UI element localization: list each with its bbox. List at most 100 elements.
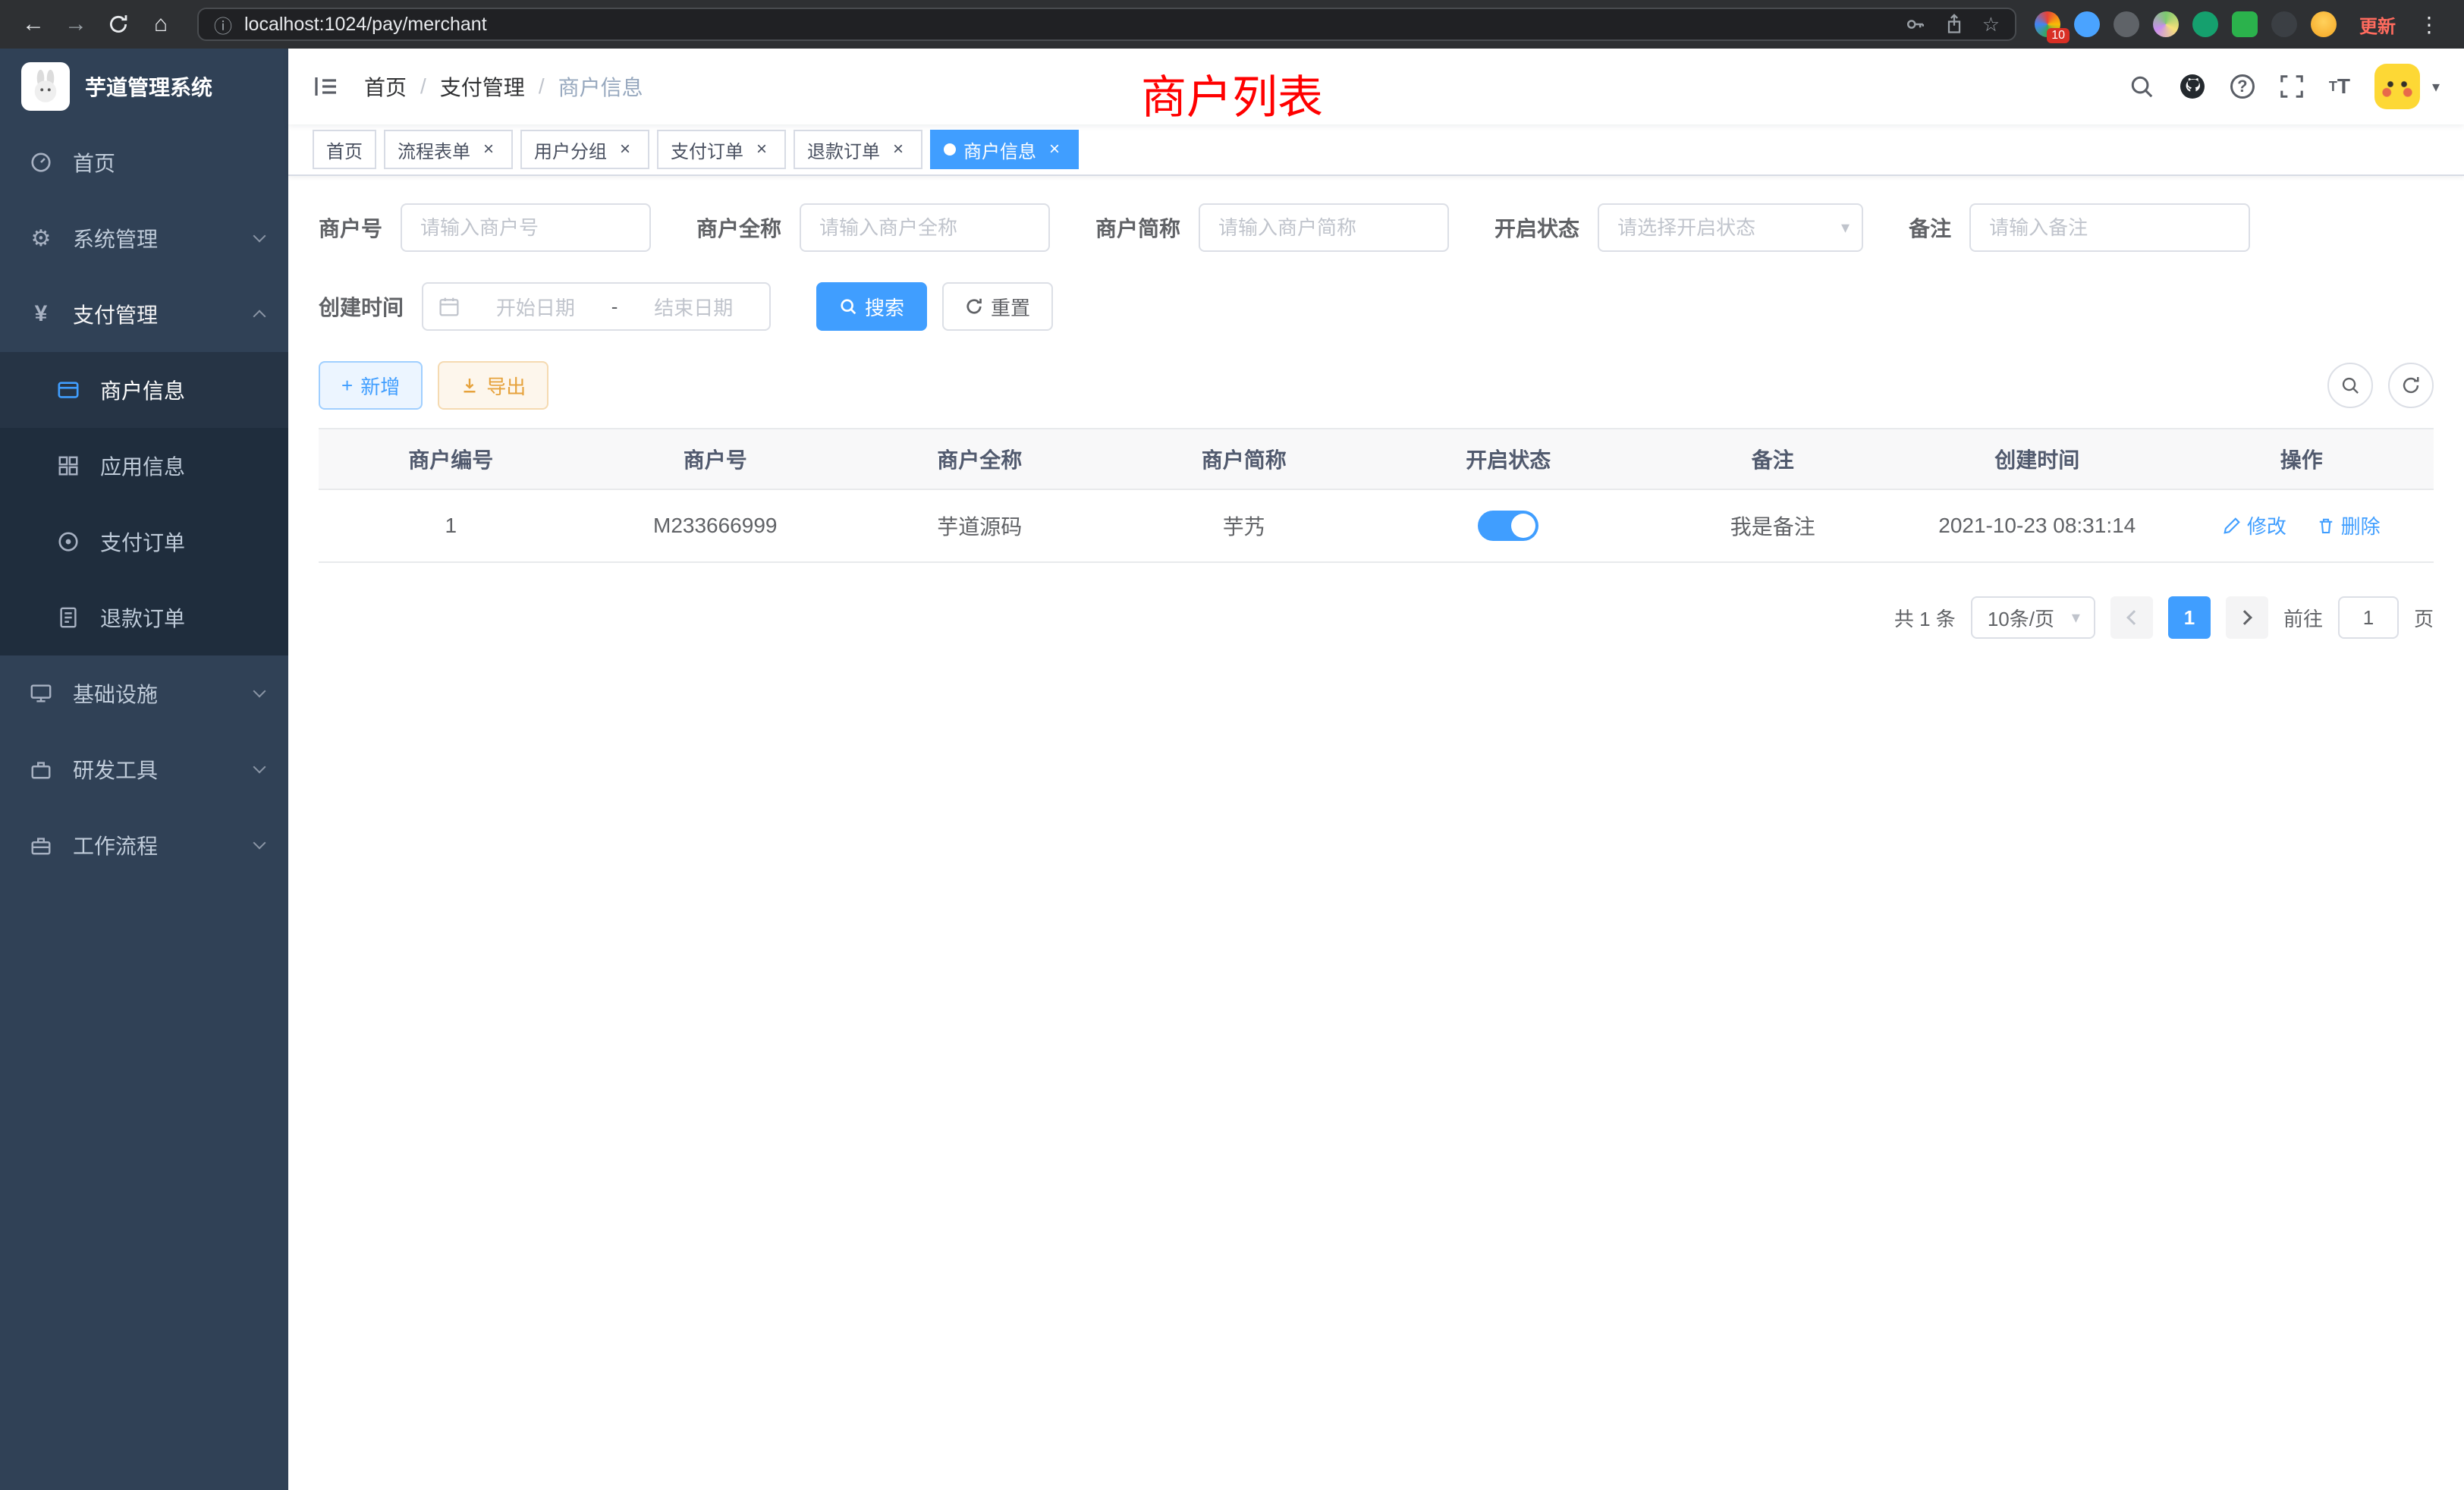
app-logo[interactable]: 芋道管理系统 (0, 49, 288, 124)
search-icon[interactable] (2129, 74, 2154, 99)
prev-page-button[interactable] (2110, 596, 2153, 639)
edit-link[interactable]: 修改 (2223, 511, 2286, 539)
remark-input[interactable] (1969, 203, 2250, 252)
password-key-icon[interactable] (1905, 14, 1926, 35)
payment-submenu: 商户信息 应用信息 支付订单 退款订单 (0, 352, 288, 655)
sidebar-subitem-refund-order[interactable]: 退款订单 (0, 580, 288, 655)
page-unit-label: 页 (2414, 604, 2434, 632)
sidebar-collapse-icon[interactable] (313, 73, 340, 100)
close-icon[interactable]: × (888, 139, 909, 160)
chevron-down-icon: ▾ (2072, 608, 2080, 627)
sidebar-item-devtools[interactable]: 研发工具 (0, 731, 288, 807)
close-icon[interactable]: × (1044, 139, 1065, 160)
table-toolbar: + 新增 导出 (319, 361, 2434, 410)
site-info-icon[interactable]: ⓘ (214, 11, 232, 38)
merchant-shortname-input[interactable] (1199, 203, 1449, 252)
back-button[interactable]: ← (15, 6, 52, 42)
tab-merchant-info[interactable]: 商户信息 × (930, 130, 1079, 169)
chevron-up-icon (253, 310, 266, 323)
goto-page-input[interactable] (2338, 596, 2399, 639)
tab-user-group[interactable]: 用户分组 × (520, 130, 649, 169)
sidebar: 芋道管理系统 首页 ⚙ 系统管理 ¥ 支付管理 商户信息 (0, 49, 288, 1490)
search-icon (2340, 376, 2360, 395)
sidebar-item-payment[interactable]: ¥ 支付管理 (0, 276, 288, 352)
merchant-no-label: 商户号 (319, 212, 382, 243)
end-date-placeholder: 结束日期 (633, 293, 754, 321)
extension-icon-1[interactable]: 10 (2035, 11, 2060, 37)
tab-process-form[interactable]: 流程表单 × (384, 130, 513, 169)
profile-avatar-icon[interactable] (2311, 11, 2337, 37)
status-toggle[interactable] (1478, 511, 1538, 541)
refresh-table-button[interactable] (2388, 363, 2434, 408)
reload-button[interactable] (100, 6, 137, 42)
sidebar-subitem-app-info[interactable]: 应用信息 (0, 428, 288, 504)
table-row: 1 M233666999 芋道源码 芋艿 我是备注 2021-10-23 08:… (319, 489, 2434, 562)
export-button[interactable]: 导出 (438, 361, 548, 410)
extension-icon-4[interactable] (2153, 11, 2179, 37)
font-size-icon[interactable]: TT (2329, 74, 2350, 99)
merchant-no-input[interactable] (401, 203, 651, 252)
document-icon (52, 606, 85, 629)
merchant-fullname-label: 商户全称 (696, 212, 781, 243)
forward-button[interactable]: → (58, 6, 94, 42)
home-button[interactable]: ⌂ (143, 6, 179, 42)
target-icon (52, 530, 85, 553)
search-form-row-1: 商户号 商户全称 商户简称 开启状态 ▾ (319, 203, 2434, 252)
fullscreen-icon[interactable] (2279, 74, 2305, 99)
tab-refund-order[interactable]: 退款订单 × (794, 130, 922, 169)
gear-icon: ⚙ (24, 225, 58, 252)
next-page-button[interactable] (2226, 596, 2268, 639)
sidebar-item-infrastructure[interactable]: 基础设施 (0, 655, 288, 731)
breadcrumb-home[interactable]: 首页 (364, 71, 407, 102)
extension-icon-2[interactable] (2074, 11, 2100, 37)
close-icon[interactable]: × (751, 139, 772, 160)
extension-icon-6[interactable] (2232, 11, 2258, 37)
search-button[interactable]: 搜索 (816, 282, 927, 331)
avatar-caret-icon[interactable]: ▾ (2432, 77, 2440, 96)
page-size-select[interactable]: 10条/页 ▾ (1971, 596, 2095, 639)
pagination: 共 1 条 10条/页 ▾ 1 前往 页 (319, 596, 2434, 639)
sidebar-subitem-merchant-info[interactable]: 商户信息 (0, 352, 288, 428)
close-icon[interactable]: × (478, 139, 499, 160)
add-button[interactable]: + 新增 (319, 361, 423, 410)
col-actions: 操作 (2170, 429, 2434, 489)
extension-icon-5[interactable] (2192, 11, 2218, 37)
reset-button[interactable]: 重置 (942, 282, 1053, 331)
create-time-range-picker[interactable]: 开始日期 - 结束日期 (422, 282, 771, 331)
github-icon[interactable] (2179, 73, 2206, 100)
tab-pay-order[interactable]: 支付订单 × (657, 130, 786, 169)
status-select[interactable] (1598, 203, 1863, 252)
share-icon[interactable] (1944, 14, 1964, 35)
merchant-card-icon (52, 379, 85, 401)
help-icon[interactable]: ? (2230, 74, 2255, 99)
browser-menu-icon[interactable]: ⋮ (2415, 12, 2443, 37)
trash-icon (2317, 517, 2335, 535)
update-browser-button[interactable]: 更新 (2359, 11, 2396, 38)
sidebar-item-home[interactable]: 首页 (0, 124, 288, 200)
extension-icon-3[interactable] (2114, 11, 2139, 37)
toggle-search-button[interactable] (2327, 363, 2373, 408)
address-bar[interactable]: ⓘ localhost:1024/pay/merchant ☆ (197, 8, 2016, 41)
yen-icon: ¥ (24, 301, 58, 327)
tab-home[interactable]: 首页 (313, 130, 376, 169)
briefcase-icon (24, 834, 58, 857)
reload-icon (108, 14, 129, 35)
merchant-fullname-input[interactable] (800, 203, 1050, 252)
total-count-label: 共 1 条 (1894, 604, 1956, 632)
page-1-button[interactable]: 1 (2168, 596, 2211, 639)
chevron-down-icon (253, 230, 266, 243)
user-avatar[interactable] (2374, 64, 2420, 109)
search-form-row-2: 创建时间 开始日期 - 结束日期 搜索 重置 (319, 282, 2434, 331)
extension-icon-7[interactable] (2271, 11, 2297, 37)
close-icon[interactable]: × (614, 139, 636, 160)
breadcrumb-payment[interactable]: 支付管理 (440, 71, 525, 102)
cell-full-name: 芋道源码 (847, 489, 1112, 562)
merchant-table: 商户编号 商户号 商户全称 商户简称 开启状态 备注 创建时间 操作 1 M23… (319, 428, 2434, 563)
sidebar-item-system[interactable]: ⚙ 系统管理 (0, 200, 288, 276)
refresh-icon (965, 297, 983, 316)
bookmark-star-icon[interactable]: ☆ (1982, 13, 2000, 36)
sidebar-subitem-pay-order[interactable]: 支付订单 (0, 504, 288, 580)
delete-link[interactable]: 删除 (2317, 511, 2381, 539)
goto-label: 前往 (2283, 604, 2323, 632)
sidebar-item-workflow[interactable]: 工作流程 (0, 807, 288, 883)
